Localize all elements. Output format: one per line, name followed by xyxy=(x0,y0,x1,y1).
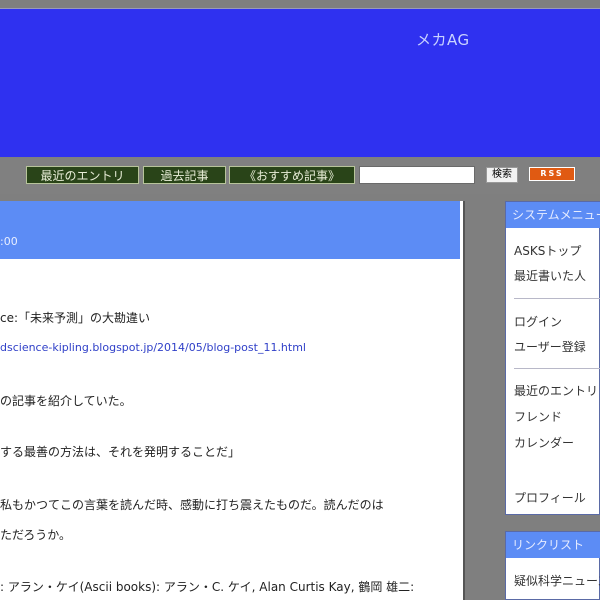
blog-header-banner: メカAG xyxy=(0,8,600,157)
rss-feed-badge[interactable]: RSS xyxy=(529,167,575,181)
nav-archive-button[interactable]: 過去記事 xyxy=(143,166,226,184)
sidebar-divider xyxy=(514,298,600,299)
system-menu-title: システムメニュー xyxy=(506,202,600,228)
link-list-title: リンクリスト xyxy=(506,532,600,558)
entry-text-line: する最善の方法は、それを発明することだ」 xyxy=(0,445,241,459)
nav-recommended-button[interactable]: 《おすすめ記事》 xyxy=(229,166,355,184)
entry-text-line: ただろうか。 xyxy=(0,528,72,542)
entry-header-bar: :00 xyxy=(0,201,460,259)
sidebar-item-register[interactable]: ユーザー登録 xyxy=(514,338,586,355)
sidebar-item-recent-writers[interactable]: 最近書いた人 xyxy=(514,267,586,284)
nav-recent-entries-button[interactable]: 最近のエントリ xyxy=(26,166,139,184)
entry-text-line: : アラン・ケイ(Ascii books): アラン・C. ケイ, Alan C… xyxy=(0,580,415,594)
entry-text-line: の記事を紹介していた。 xyxy=(0,394,132,408)
main-content: :00 ce:「未来予測」の大勘違い dscience-kipling.blog… xyxy=(0,201,465,600)
entry-time: :00 xyxy=(0,235,18,248)
entry-text-line: ce:「未来予測」の大勘違い xyxy=(0,311,151,325)
sidebar: システムメニュー ASKSトップ 最近書いた人 ログイン ユーザー登録 最近のエ… xyxy=(505,201,600,600)
sidebar-item-login[interactable]: ログイン xyxy=(514,313,562,330)
sidebar-item-friends[interactable]: フレンド xyxy=(514,408,562,425)
system-menu-box: システムメニュー ASKSトップ 最近書いた人 ログイン ユーザー登録 最近のエ… xyxy=(505,201,600,515)
entry-source-link[interactable]: dscience-kipling.blogspot.jp/2014/05/blo… xyxy=(0,341,306,354)
sidebar-item-calendar[interactable]: カレンダー xyxy=(514,434,574,451)
sidebar-item-profile[interactable]: プロフィール xyxy=(514,489,586,506)
link-list-item[interactable]: 疑似科学ニュース xyxy=(514,572,600,589)
link-list-box: リンクリスト 疑似科学ニュース xyxy=(505,531,600,600)
search-input[interactable] xyxy=(359,166,475,184)
entry-text-line: 私もかつてこの言葉を読んだ時、感動に打ち震えたものだ。読んだのは xyxy=(0,498,384,512)
blog-title[interactable]: メカAG xyxy=(416,29,470,50)
sidebar-item-recent-entries[interactable]: 最近のエントリ xyxy=(514,382,598,399)
search-button[interactable]: 検索 xyxy=(486,167,518,183)
sidebar-divider xyxy=(514,368,600,369)
sidebar-item-asks-top[interactable]: ASKSトップ xyxy=(514,242,581,259)
navigation-bar: 最近のエントリ 過去記事 《おすすめ記事》 検索 RSS xyxy=(0,158,600,194)
